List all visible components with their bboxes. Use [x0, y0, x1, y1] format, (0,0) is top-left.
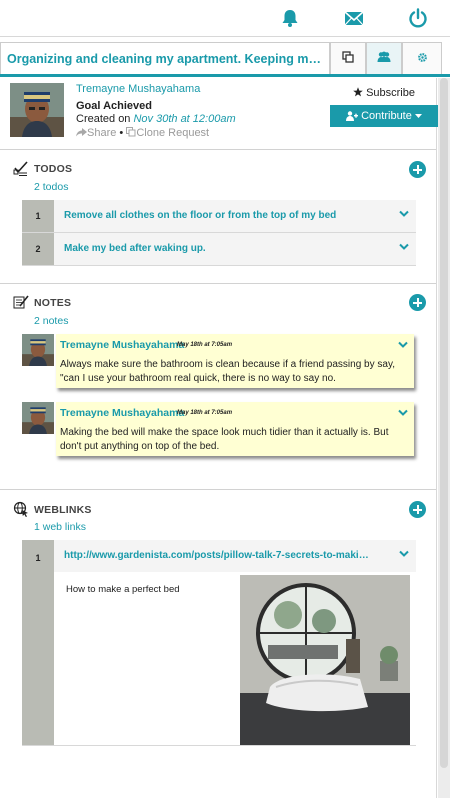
- bell-icon[interactable]: [279, 7, 301, 29]
- chevron-down-icon[interactable]: [398, 341, 408, 349]
- envelope-icon[interactable]: [343, 7, 365, 29]
- add-user-icon: [346, 111, 359, 121]
- caret-down-icon: [414, 114, 422, 118]
- todos-count-link[interactable]: 2 todos: [34, 181, 68, 193]
- chevron-down-icon[interactable]: [399, 243, 409, 251]
- star-icon: [353, 87, 363, 97]
- note-author-avatar[interactable]: [22, 334, 54, 366]
- tab-goal-title[interactable]: Organizing and cleaning my apartment. Ke…: [0, 42, 330, 74]
- notes-icon: [13, 294, 29, 310]
- note-date: May 18th at 7:05am: [177, 410, 233, 416]
- divider: [0, 283, 436, 284]
- clone-request-link[interactable]: Clone Request: [126, 127, 209, 139]
- weblink-description: How to make a perfect bed: [66, 584, 180, 595]
- weblink-number: 1: [22, 540, 54, 745]
- clone-icon: [126, 127, 136, 137]
- contribute-label: Contribute: [361, 110, 412, 122]
- users-icon: [377, 51, 391, 66]
- tab-contributors[interactable]: [366, 42, 402, 74]
- tab-copy[interactable]: [330, 42, 366, 74]
- note-card: Tremayne Mushayahama May 18th at 7:05am …: [56, 402, 414, 456]
- todo-list: 1 Remove all clothes on the floor or fro…: [22, 200, 416, 266]
- add-note-button[interactable]: [409, 294, 426, 311]
- todos-title: TODOS: [34, 163, 73, 175]
- note-author[interactable]: Tremayne Mushayahama: [60, 339, 184, 351]
- tab-bar: Organizing and cleaning my apartment. Ke…: [0, 42, 450, 77]
- weblinks-icon: [13, 501, 29, 517]
- note-date: May 18th at 7:05am: [177, 342, 233, 348]
- created-date: Nov 30th at 12:00am: [133, 113, 236, 125]
- tab-settings[interactable]: [402, 42, 442, 74]
- chevron-down-icon[interactable]: [399, 550, 409, 558]
- chevron-down-icon[interactable]: [399, 210, 409, 218]
- owner-name-link[interactable]: Tremayne Mushayahama: [76, 83, 200, 95]
- todo-number: 1: [22, 200, 54, 232]
- top-bar: [0, 0, 450, 37]
- notes-title: NOTES: [34, 297, 72, 309]
- note-card: Tremayne Mushayahama May 18th at 7:05am …: [56, 334, 414, 388]
- subscribe-button[interactable]: Subscribe: [330, 87, 438, 99]
- note-author-avatar[interactable]: [22, 402, 54, 434]
- divider: [0, 149, 436, 150]
- share-label: Share: [87, 127, 117, 139]
- scrollbar-thumb[interactable]: [440, 78, 448, 768]
- clone-label: Clone Request: [136, 127, 210, 139]
- todo-text[interactable]: Remove all clothes on the floor or from …: [64, 200, 336, 232]
- chevron-down-icon[interactable]: [398, 409, 408, 417]
- weblinks-count-link[interactable]: 1 web links: [34, 521, 86, 533]
- notes-count-link[interactable]: 2 notes: [34, 315, 68, 327]
- contribute-button[interactable]: Contribute: [330, 105, 438, 127]
- goal-status: Goal Achieved: [76, 100, 153, 112]
- created-info: Created on Nov 30th at 12:00am: [76, 113, 236, 125]
- divider: [0, 489, 436, 490]
- todo-item[interactable]: 2 Make my bed after waking up.: [22, 233, 416, 266]
- weblink-header: http://www.gardenista.com/posts/pillow-t…: [54, 540, 416, 572]
- created-prefix: Created on: [76, 113, 134, 125]
- add-weblink-button[interactable]: [409, 501, 426, 518]
- scrollbar[interactable]: [438, 78, 450, 798]
- weblink-url[interactable]: http://www.gardenista.com/posts/pillow-t…: [64, 540, 369, 572]
- add-todo-button[interactable]: [409, 161, 426, 178]
- note-body: Making the bed will make the space look …: [60, 427, 389, 452]
- separator-dot: •: [119, 127, 124, 139]
- weblink-item: 1 http://www.gardenista.com/posts/pillow…: [22, 540, 416, 746]
- weblink-thumbnail[interactable]: [240, 575, 410, 745]
- note-author[interactable]: Tremayne Mushayahama: [60, 407, 184, 419]
- goal-actions: Share • Clone Request: [76, 127, 209, 139]
- todo-item[interactable]: 1 Remove all clothes on the floor or fro…: [22, 200, 416, 233]
- goal-title: Organizing and cleaning my apartment. Ke…: [7, 52, 329, 66]
- todo-number: 2: [22, 233, 54, 265]
- subscribe-label: Subscribe: [366, 87, 415, 99]
- share-icon: [76, 128, 87, 137]
- owner-avatar[interactable]: [10, 83, 64, 137]
- weblinks-title: WEBLINKS: [34, 504, 92, 516]
- share-link[interactable]: Share: [76, 127, 119, 139]
- note-body: Always make sure the bathroom is clean b…: [60, 359, 395, 384]
- goal-panel: Tremayne Mushayahama Goal Achieved Creat…: [0, 78, 438, 798]
- gear-icon: [417, 52, 428, 66]
- copy-icon: [342, 51, 354, 66]
- todo-text[interactable]: Make my bed after waking up.: [64, 233, 206, 265]
- power-icon[interactable]: [407, 7, 429, 29]
- todos-icon: [13, 161, 29, 177]
